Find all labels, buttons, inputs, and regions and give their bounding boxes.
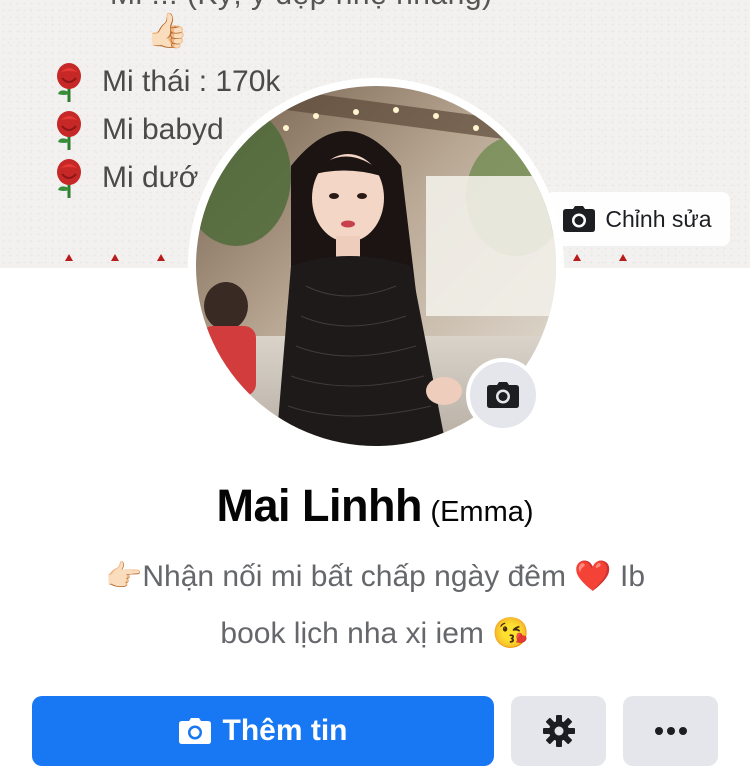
gear-icon — [542, 715, 575, 747]
kiss-emoji: 😘 — [492, 617, 530, 650]
cover-top-text: Mi ... (Kỹ, y đẹp nhẹ nhàng) — [110, 0, 493, 12]
more-icon — [654, 727, 687, 735]
rose-icon — [157, 254, 165, 261]
rose-icon — [111, 254, 119, 261]
edit-cover-label: Chỉnh sửa — [605, 205, 712, 232]
camera-icon — [563, 206, 596, 232]
bio-line: book lịch nha xị iem 😘 — [40, 605, 710, 662]
cover-line: Mi dướ — [52, 158, 198, 198]
profile-nickname: (Emma) — [430, 496, 534, 528]
camera-icon — [487, 382, 519, 408]
camera-icon — [178, 718, 211, 744]
cover-thumb-emoji: 👍🏻 — [146, 12, 189, 50]
more-options-button[interactable] — [623, 696, 718, 766]
rose-icon — [57, 159, 81, 198]
settings-button[interactable] — [511, 696, 606, 766]
pointing-hand-emoji: 👉🏻 — [104, 560, 143, 593]
heart-emoji: ❤️ — [574, 560, 612, 593]
cover-line: Mi thái : 170k — [52, 62, 280, 102]
rose-icon — [57, 63, 81, 102]
cover-line-text: Mi thái : 170k — [102, 65, 281, 98]
rose-icon — [65, 254, 73, 261]
cover-line-text: Mi dướ — [102, 161, 199, 194]
add-story-label: Thêm tin — [222, 714, 348, 747]
bio-text: Ib — [619, 560, 646, 593]
bio-line: 👉🏻Nhận nối mi bất chấp ngày đêm ❤️ Ib — [40, 548, 710, 605]
cover-line: Mi babyd — [52, 110, 224, 150]
profile-name-row: Mai Linhh (Emma) — [0, 480, 750, 532]
bio-text: book lịch nha xị iem — [220, 617, 484, 650]
cover-line-text: Mi babyd — [102, 113, 224, 146]
edit-cover-button[interactable]: Chỉnh sửa — [545, 192, 730, 246]
profile-bio: 👉🏻Nhận nối mi bất chấp ngày đêm ❤️ Ib bo… — [40, 548, 710, 662]
rose-icon — [619, 254, 627, 261]
bio-text: Nhận nối mi bất chấp ngày đêm — [142, 560, 566, 593]
change-profile-photo-button[interactable] — [466, 358, 540, 432]
profile-name: Mai Linhh — [216, 480, 422, 531]
rose-icon — [573, 254, 581, 261]
add-story-button[interactable]: Thêm tin — [32, 696, 494, 766]
rose-icon — [57, 111, 81, 150]
